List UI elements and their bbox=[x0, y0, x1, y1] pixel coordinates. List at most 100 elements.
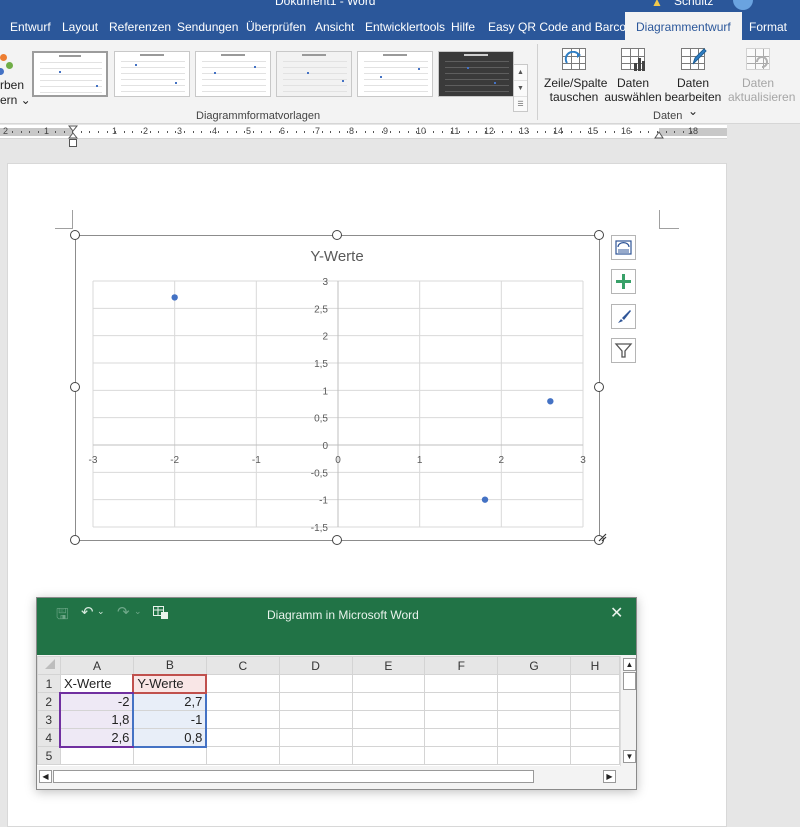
row-header[interactable]: 5 bbox=[37, 746, 61, 765]
indent-marker-icon[interactable] bbox=[68, 125, 78, 139]
cell[interactable]: -1 bbox=[132, 710, 208, 729]
close-icon[interactable]: ✕ bbox=[610, 603, 623, 623]
column-header[interactable]: D bbox=[278, 656, 353, 675]
user-name[interactable]: Schultz bbox=[674, 0, 713, 8]
cell[interactable] bbox=[205, 728, 280, 747]
resize-handle-top[interactable] bbox=[332, 230, 342, 240]
cell[interactable] bbox=[351, 728, 426, 747]
cell[interactable] bbox=[497, 746, 571, 765]
cell[interactable] bbox=[424, 692, 499, 711]
excel-data-window[interactable]: 🖫 ↶ ⌄ ↷ ⌄ Diagramm in Microsoft Word ✕ A… bbox=[36, 597, 637, 790]
scroll-up-icon[interactable]: ▲ bbox=[623, 658, 636, 671]
chart-filters-button[interactable] bbox=[611, 338, 636, 363]
resize-handle-left[interactable] bbox=[70, 382, 80, 392]
cell[interactable]: Y-Werte bbox=[132, 673, 208, 694]
column-header[interactable]: F bbox=[424, 656, 499, 675]
cell[interactable] bbox=[205, 746, 280, 765]
horizontal-scrollbar[interactable]: ◀ ▶ bbox=[37, 769, 620, 785]
cell[interactable] bbox=[59, 746, 134, 765]
tab-7[interactable]: Hilfe bbox=[451, 20, 475, 34]
horizontal-scroll-thumb[interactable] bbox=[53, 770, 534, 783]
scatter-chart[interactable]: Y-Werte -3 -2 -1 0 1 2 3 3 2,5 2 1,5 1 0,5 0 -0,5 -1 -1,… bbox=[76, 236, 599, 540]
vertical-scroll-thumb[interactable] bbox=[623, 672, 636, 690]
cell[interactable] bbox=[570, 728, 620, 747]
chart-style-thumbnail[interactable] bbox=[114, 51, 190, 97]
row-header[interactable]: 2 bbox=[37, 692, 61, 711]
scroll-down-icon[interactable]: ▼ bbox=[623, 750, 636, 763]
cell[interactable] bbox=[351, 746, 426, 765]
cell[interactable] bbox=[424, 710, 499, 729]
chart-elements-button[interactable] bbox=[611, 269, 636, 294]
row-header[interactable]: 3 bbox=[37, 710, 61, 729]
cell[interactable] bbox=[278, 692, 353, 711]
cell[interactable] bbox=[497, 710, 571, 729]
column-header[interactable]: G bbox=[497, 656, 571, 675]
undo-dropdown-icon[interactable]: ⌄ bbox=[97, 606, 105, 617]
chart-style-thumbnail[interactable] bbox=[357, 51, 433, 97]
data-point[interactable] bbox=[171, 294, 178, 301]
switch-row-column-button[interactable]: Zeile/Spalte tauschen bbox=[544, 46, 607, 104]
chart-style-thumbnail[interactable] bbox=[438, 51, 514, 97]
chart-style-thumbnail[interactable] bbox=[32, 51, 108, 97]
tab-2[interactable]: Referenzen bbox=[109, 20, 171, 34]
tab-10[interactable]: Format bbox=[749, 20, 787, 34]
horizontal-ruler[interactable]: 211234567891011121314151618 bbox=[0, 125, 727, 139]
column-header[interactable]: H bbox=[570, 656, 620, 675]
hanging-indent-icon[interactable] bbox=[69, 139, 77, 147]
cell[interactable] bbox=[351, 674, 426, 693]
tab-6[interactable]: Entwicklertools bbox=[365, 20, 445, 34]
cell[interactable]: 2,6 bbox=[59, 728, 134, 748]
cell[interactable] bbox=[497, 674, 571, 693]
tab-8[interactable]: Easy QR Code and Barcode bbox=[488, 20, 639, 34]
cell[interactable] bbox=[205, 710, 280, 729]
redo-icon[interactable]: ↷ bbox=[117, 603, 130, 621]
data-point[interactable] bbox=[481, 496, 489, 503]
select-data-button[interactable]: Daten auswählen bbox=[603, 46, 663, 104]
tab-9[interactable]: Diagrammentwurf bbox=[625, 12, 742, 40]
resize-handle-top-right[interactable] bbox=[594, 230, 604, 240]
change-colors-label-2[interactable]: ern ⌄ bbox=[0, 93, 31, 107]
column-header[interactable]: C bbox=[205, 656, 280, 675]
cell[interactable] bbox=[278, 746, 353, 765]
cell[interactable] bbox=[424, 746, 499, 765]
change-colors-label[interactable]: rben bbox=[0, 78, 24, 92]
resize-handle-bottom[interactable] bbox=[332, 535, 342, 545]
select-all-corner[interactable] bbox=[37, 656, 61, 675]
layout-options-button[interactable] bbox=[611, 235, 636, 260]
chart-style-thumbnail[interactable] bbox=[195, 51, 271, 97]
cell[interactable] bbox=[132, 746, 207, 765]
chart-title[interactable]: Y-Werte bbox=[310, 248, 363, 265]
cell[interactable] bbox=[497, 728, 571, 747]
cell[interactable] bbox=[205, 674, 280, 693]
cell[interactable] bbox=[351, 710, 426, 729]
edit-data-button[interactable]: Daten bearbeiten ⌄ bbox=[663, 46, 723, 118]
vertical-scrollbar[interactable]: ▲ ▼ bbox=[620, 656, 636, 766]
avatar[interactable] bbox=[733, 0, 753, 10]
cell[interactable] bbox=[424, 674, 499, 693]
spreadsheet-table[interactable]: A B C D E F G H 1 X-Werte Y-Werte 2 -2 2,7 3 1,8 -1 4 2,6 0… bbox=[37, 656, 620, 765]
resize-grip-icon[interactable] bbox=[597, 532, 607, 542]
cell[interactable] bbox=[570, 674, 620, 693]
right-indent-icon[interactable] bbox=[654, 131, 664, 139]
cell[interactable] bbox=[278, 710, 353, 729]
refresh-data-button[interactable]: Daten aktualisieren bbox=[728, 46, 795, 104]
cell[interactable]: X-Werte bbox=[59, 674, 134, 694]
cell[interactable] bbox=[351, 692, 426, 711]
tab-5[interactable]: Ansicht bbox=[315, 20, 354, 34]
scroll-right-icon[interactable]: ▶ bbox=[603, 770, 616, 783]
column-header[interactable]: E bbox=[351, 656, 426, 675]
gallery-scroll[interactable]: ▲ ▼ ☰ bbox=[513, 64, 528, 112]
cell[interactable] bbox=[205, 692, 280, 711]
tab-3[interactable]: Sendungen bbox=[177, 20, 238, 34]
resize-handle-top-left[interactable] bbox=[70, 230, 80, 240]
cell[interactable] bbox=[424, 728, 499, 747]
edit-in-excel-icon[interactable] bbox=[153, 606, 169, 620]
row-header[interactable]: 1 bbox=[37, 674, 61, 693]
chart-area[interactable]: Y-Werte -3 -2 -1 0 1 2 3 3 2,5 2 1,5 1 0,5 0 -0,5 -1 -1,… bbox=[75, 235, 600, 541]
cell[interactable]: -2 bbox=[59, 692, 134, 711]
tab-4[interactable]: Überprüfen bbox=[246, 20, 306, 34]
excel-title-bar[interactable]: 🖫 ↶ ⌄ ↷ ⌄ Diagramm in Microsoft Word ✕ bbox=[37, 598, 636, 655]
tab-0[interactable]: Entwurf bbox=[10, 20, 51, 34]
cell[interactable] bbox=[570, 692, 620, 711]
cell[interactable] bbox=[278, 674, 353, 693]
